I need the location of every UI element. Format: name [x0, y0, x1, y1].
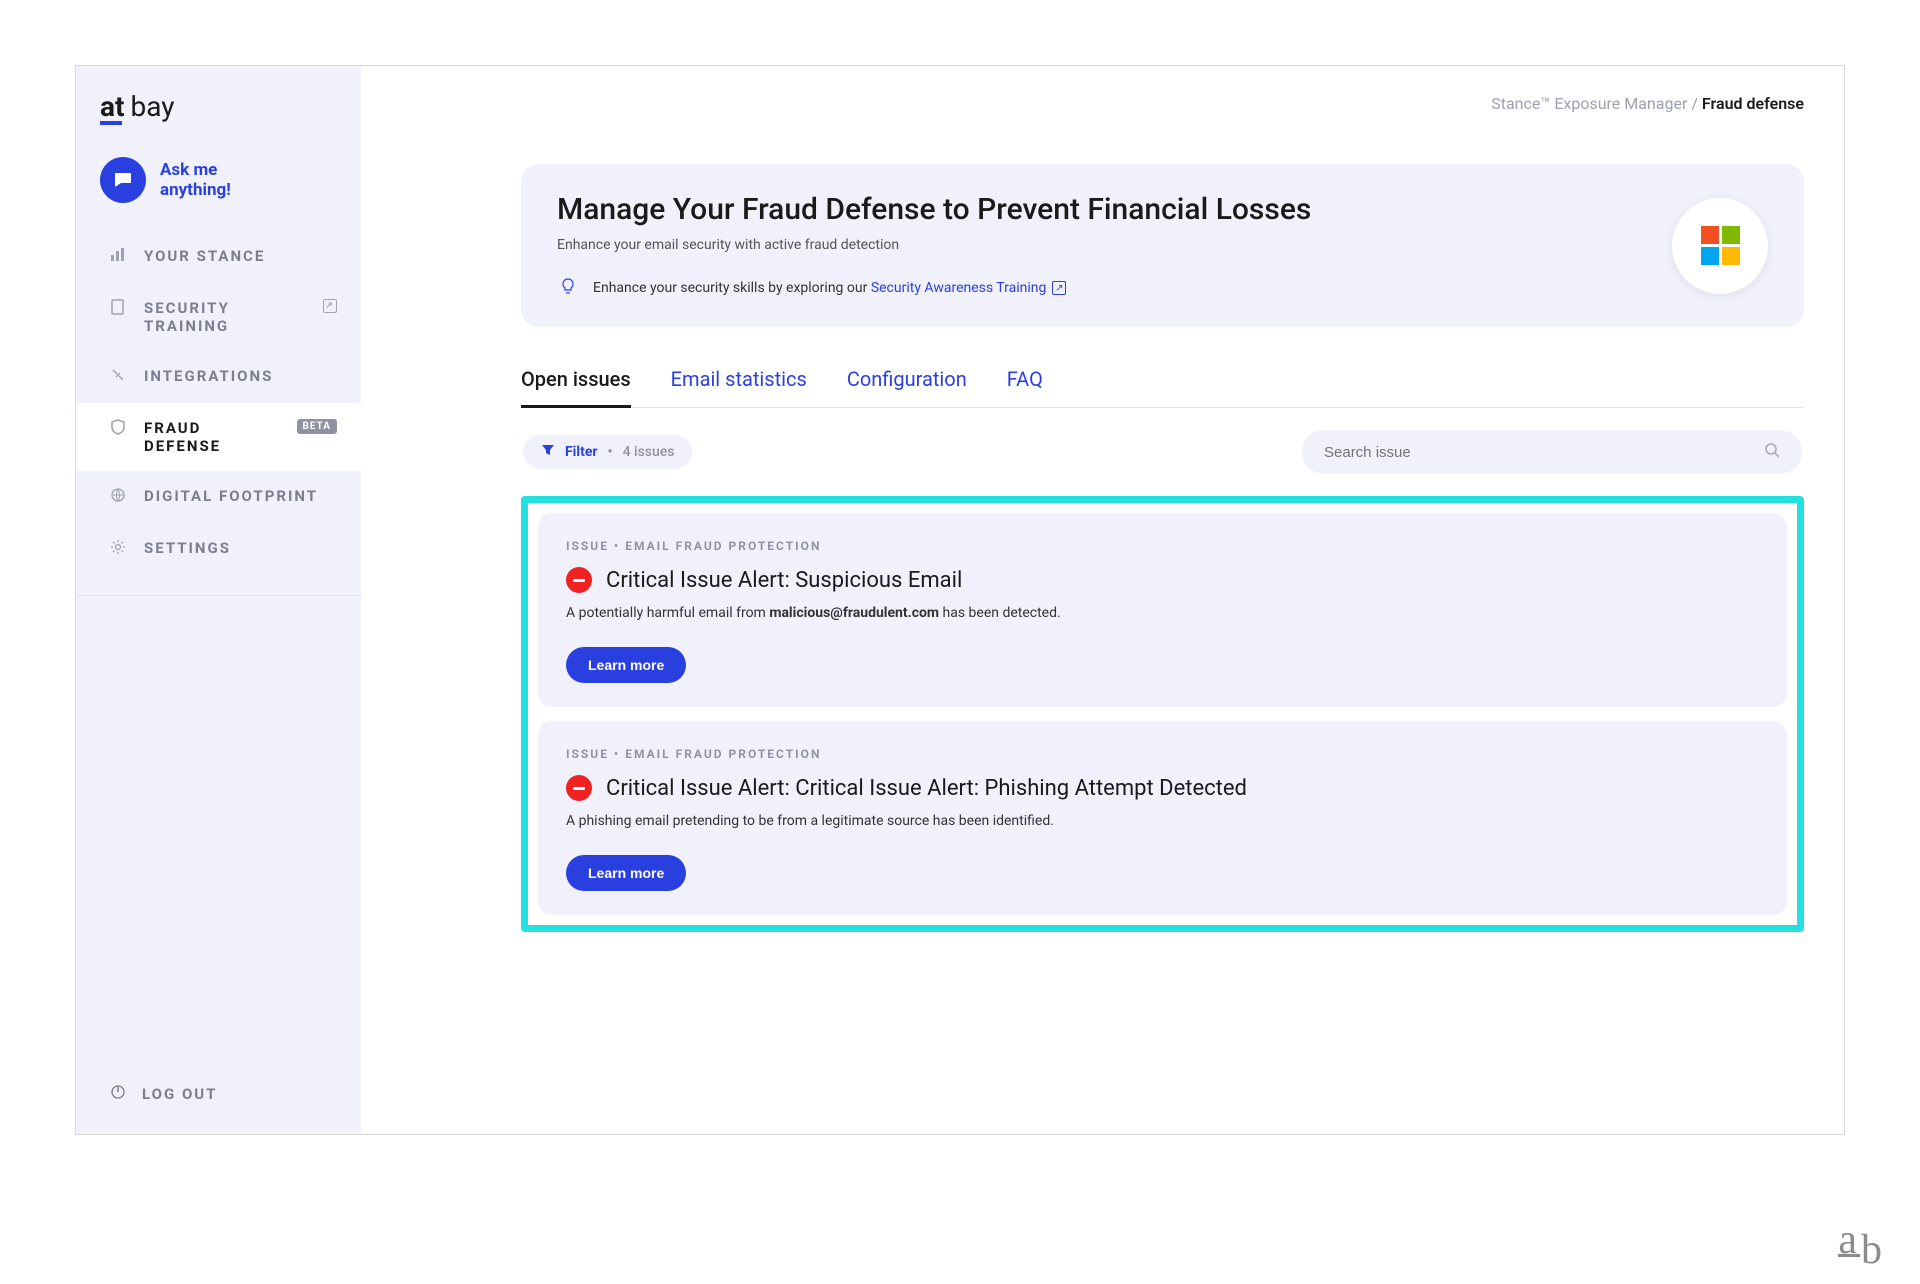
tab-faq[interactable]: FAQ	[1007, 367, 1043, 407]
critical-icon	[566, 775, 592, 801]
hero-text: Manage Your Fraud Defense to Prevent Fin…	[557, 192, 1632, 299]
sidebar-item-label: YOUR STANCE	[144, 247, 337, 265]
sidebar-item-label: DIGITAL FOOTPRINT	[144, 487, 337, 505]
microsoft-icon	[1701, 226, 1740, 265]
gear-icon	[110, 539, 128, 559]
filter-label: Filter	[565, 444, 598, 460]
sidebar-item-integrations[interactable]: INTEGRATIONS	[76, 351, 361, 403]
hero-banner: Manage Your Fraud Defense to Prevent Fin…	[521, 164, 1804, 327]
learn-more-button[interactable]: Learn more	[566, 647, 686, 683]
globe-icon	[110, 487, 128, 507]
learn-more-button[interactable]: Learn more	[566, 855, 686, 891]
shield-icon	[110, 419, 128, 439]
main-content: Stance™ Exposure Manager / Fraud defense…	[361, 66, 1844, 1134]
filter-count: 4 issues	[623, 444, 675, 460]
logo-at: at	[100, 90, 124, 123]
sidebar-item-security-training[interactable]: SECURITY TRAINING ↗	[76, 283, 361, 351]
sidebar-item-fraud-defense[interactable]: FRAUD DEFENSE BETA	[76, 403, 361, 471]
search-box[interactable]	[1302, 430, 1802, 474]
sidebar-item-label: FRAUD DEFENSE	[144, 419, 281, 455]
issue-description: A potentially harmful email from malicio…	[566, 605, 1759, 621]
logo: atbay	[76, 90, 361, 147]
breadcrumb-parent[interactable]: Stance™ Exposure Manager	[1491, 94, 1687, 113]
sidebar-nav: YOUR STANCE SECURITY TRAINING ↗ INTEGRAT…	[76, 231, 361, 575]
sidebar-divider	[76, 595, 361, 1054]
search-input[interactable]	[1324, 444, 1764, 461]
tip-text: Enhance your security skills by explorin…	[593, 280, 1066, 296]
sidebar-item-label: SETTINGS	[144, 539, 337, 557]
logo-bay: bay	[130, 90, 174, 123]
external-link-icon: ↗	[323, 299, 337, 313]
security-training-link[interactable]: Security Awareness Training	[871, 280, 1067, 296]
sidebar-item-your-stance[interactable]: YOUR STANCE	[76, 231, 361, 283]
filter-button[interactable]: Filter • 4 issues	[523, 435, 692, 469]
sidebar-item-digital-footprint[interactable]: DIGITAL FOOTPRINT	[76, 471, 361, 523]
security-tip: Enhance your security skills by explorin…	[557, 277, 1632, 299]
critical-icon	[566, 567, 592, 593]
breadcrumb-current: Fraud defense	[1702, 94, 1804, 113]
issue-title-row: Critical Issue Alert: Critical Issue Ale…	[566, 775, 1759, 801]
tab-configuration[interactable]: Configuration	[847, 367, 967, 407]
page-title: Manage Your Fraud Defense to Prevent Fin…	[557, 192, 1632, 227]
beta-badge: BETA	[297, 419, 338, 434]
tab-email-statistics[interactable]: Email statistics	[671, 367, 807, 407]
microsoft-badge	[1672, 198, 1768, 294]
logout-label: LOG OUT	[142, 1085, 217, 1103]
issue-title: Critical Issue Alert: Suspicious Email	[606, 568, 962, 593]
sidebar-item-label: INTEGRATIONS	[144, 367, 337, 385]
breadcrumb: Stance™ Exposure Manager / Fraud defense	[1491, 94, 1804, 113]
issue-category: ISSUE • EMAIL FRAUD PROTECTION	[566, 539, 1759, 553]
filter-icon	[541, 443, 555, 461]
issue-title-row: Critical Issue Alert: Suspicious Email	[566, 567, 1759, 593]
issues-highlight: ISSUE • EMAIL FRAUD PROTECTION Critical …	[521, 496, 1804, 932]
issue-card: ISSUE • EMAIL FRAUD PROTECTION Critical …	[538, 721, 1787, 915]
issue-category: ISSUE • EMAIL FRAUD PROTECTION	[566, 747, 1759, 761]
ab-watermark: ab	[1838, 1216, 1880, 1264]
sidebar-item-label: SECURITY TRAINING	[144, 299, 307, 335]
power-icon	[110, 1084, 126, 1104]
search-icon	[1764, 442, 1780, 462]
issue-card: ISSUE • EMAIL FRAUD PROTECTION Critical …	[538, 513, 1787, 707]
ask-me-anything[interactable]: Ask me anything!	[76, 147, 361, 231]
chat-icon	[100, 157, 146, 203]
book-icon	[110, 299, 128, 319]
plug-icon	[110, 367, 128, 387]
filter-row: Filter • 4 issues	[521, 430, 1804, 474]
issue-title: Critical Issue Alert: Critical Issue Ale…	[606, 776, 1247, 801]
page-subtitle: Enhance your email security with active …	[557, 237, 1632, 253]
app-frame: atbay Ask me anything! YOUR STANCE	[75, 65, 1845, 1135]
lightbulb-icon	[557, 277, 579, 299]
logout-button[interactable]: LOG OUT	[76, 1054, 361, 1134]
tabs: Open issues Email statistics Configurati…	[521, 367, 1804, 408]
tab-open-issues[interactable]: Open issues	[521, 367, 631, 408]
ask-text: Ask me anything!	[160, 160, 231, 201]
sidebar: atbay Ask me anything! YOUR STANCE	[76, 66, 361, 1134]
bar-chart-icon	[110, 247, 128, 267]
sidebar-item-settings[interactable]: SETTINGS	[76, 523, 361, 575]
external-link-icon	[1052, 281, 1066, 295]
issue-description: A phishing email pretending to be from a…	[566, 813, 1759, 829]
